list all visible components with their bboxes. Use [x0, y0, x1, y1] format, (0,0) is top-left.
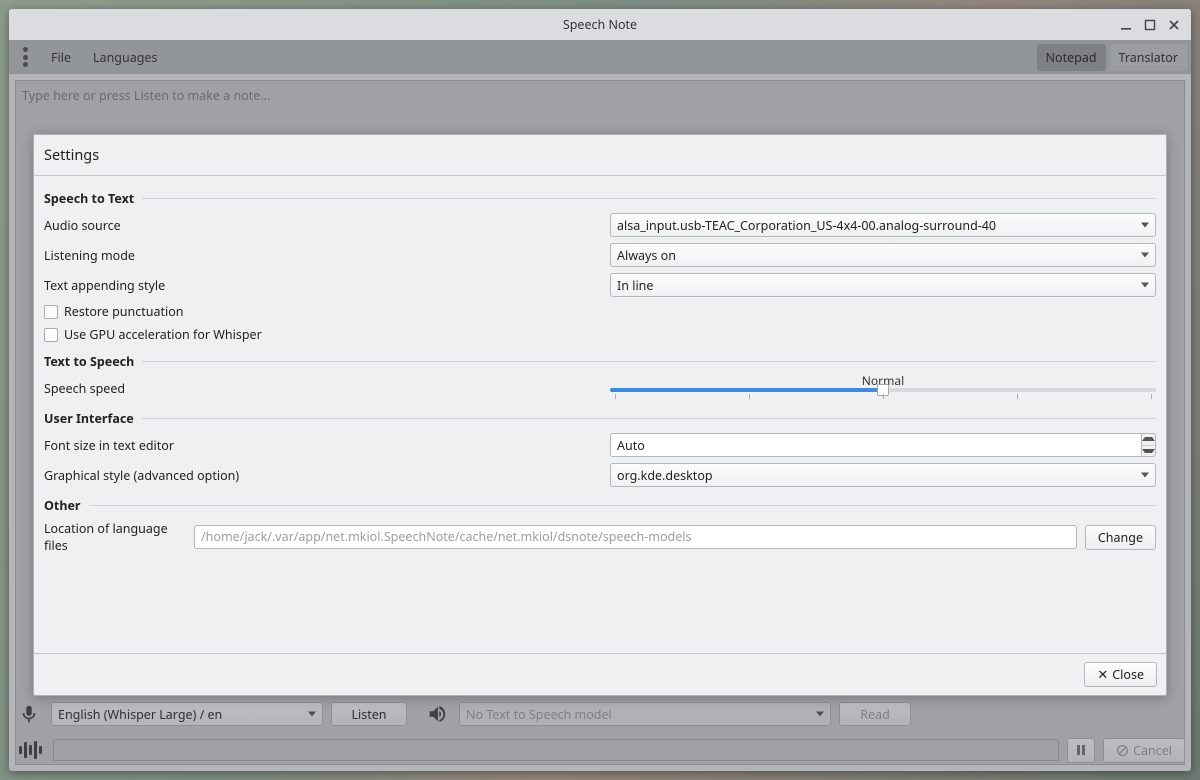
- font-size-label: Font size in text editor: [44, 437, 610, 454]
- section-other: Other: [44, 497, 81, 514]
- append-style-select[interactable]: In line: [610, 273, 1156, 297]
- window-title: Speech Note: [563, 16, 637, 33]
- app-window: Speech Note File Languages Notepad Trans…: [9, 9, 1191, 771]
- graphical-style-select[interactable]: org.kde.desktop: [610, 463, 1156, 487]
- restore-punctuation-checkbox[interactable]: [44, 305, 58, 319]
- change-button[interactable]: Change: [1085, 525, 1156, 550]
- chevron-down-icon: [1141, 473, 1149, 478]
- maximize-icon[interactable]: [1143, 18, 1157, 32]
- section-stt: Speech to Text: [44, 190, 134, 207]
- titlebar: Speech Note: [9, 9, 1191, 40]
- stepper-down-icon[interactable]: [1142, 446, 1155, 457]
- gpu-whisper-label: Use GPU acceleration for Whisper: [64, 326, 262, 343]
- restore-punctuation-label: Restore punctuation: [64, 303, 184, 320]
- audio-source-select[interactable]: alsa_input.usb-TEAC_Corporation_US-4x4-0…: [610, 213, 1156, 237]
- settings-title: Settings: [34, 135, 1166, 176]
- stepper-up-icon[interactable]: [1142, 434, 1155, 446]
- chevron-down-icon: [1141, 253, 1149, 258]
- listening-mode-select[interactable]: Always on: [610, 243, 1156, 267]
- close-icon[interactable]: [1167, 18, 1181, 32]
- listening-mode-label: Listening mode: [44, 247, 610, 264]
- close-button[interactable]: ✕ Close: [1084, 662, 1157, 687]
- lang-files-path: /home/jack/.var/app/net.mkiol.SpeechNote…: [201, 528, 691, 545]
- close-x-icon: ✕: [1097, 668, 1108, 681]
- section-tts: Text to Speech: [44, 353, 134, 370]
- append-style-label: Text appending style: [44, 277, 610, 294]
- gpu-whisper-checkbox[interactable]: [44, 328, 58, 342]
- section-ui: User Interface: [44, 410, 134, 427]
- audio-source-label: Audio source: [44, 217, 610, 234]
- graphical-style-label: Graphical style (advanced option): [44, 467, 610, 484]
- speech-speed-label: Speech speed: [44, 380, 610, 397]
- settings-dialog: Settings Speech to Text Audio source als…: [33, 134, 1167, 696]
- chevron-down-icon: [1141, 223, 1149, 228]
- speech-speed-slider[interactable]: Normal: [610, 376, 1156, 400]
- lang-files-label: Location of language files: [44, 520, 194, 554]
- chevron-down-icon: [1141, 283, 1149, 288]
- font-size-stepper[interactable]: Auto: [610, 433, 1156, 457]
- minimize-icon[interactable]: [1119, 18, 1133, 32]
